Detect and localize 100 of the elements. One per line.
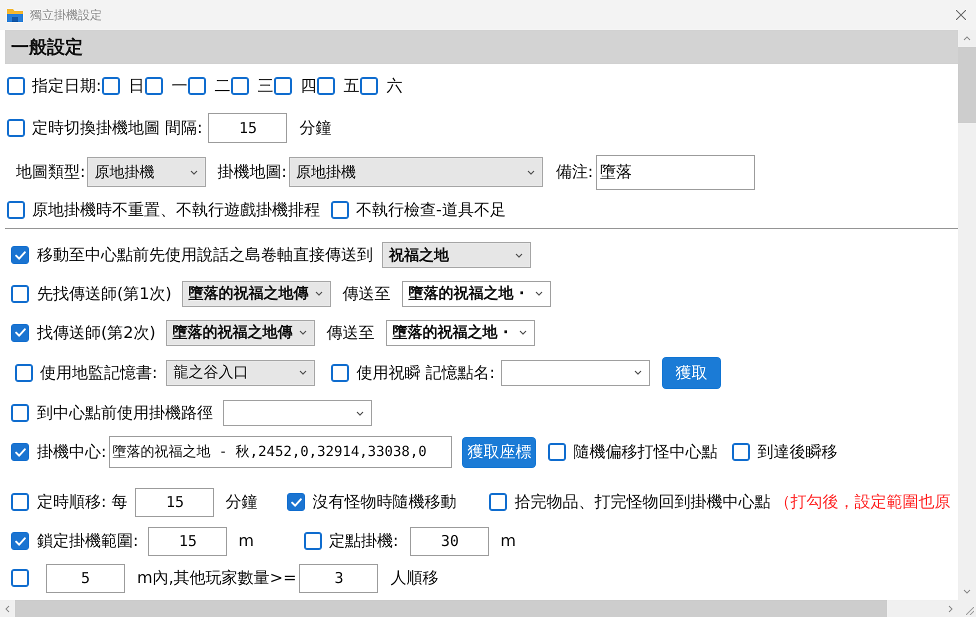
checkbox[interactable] [331, 201, 349, 219]
checkbox-label[interactable]: 四 [300, 74, 316, 98]
field-label: 傳送至 [326, 322, 375, 344]
checkbox-label[interactable]: 鎖定掛機範圍: [37, 529, 138, 553]
section-header: 一般設定 [5, 30, 958, 64]
checkbox[interactable] [7, 119, 25, 137]
checkmark-icon [14, 250, 26, 260]
checkmark-icon [14, 448, 26, 456]
dropdown[interactable]: 祝福之地 [382, 242, 531, 268]
checkbox[interactable] [102, 77, 120, 95]
chevron-down-icon [634, 370, 642, 375]
checkbox[interactable] [287, 493, 306, 511]
checkbox-label[interactable]: 原地掛機時不重置、不執行遊戲掛機排程 [32, 198, 320, 222]
dropdown[interactable]: 龍之谷入口 [166, 360, 316, 386]
checkbox[interactable] [11, 404, 29, 422]
number-field[interactable]: 15 [135, 488, 214, 516]
number-field[interactable]: 3 [299, 564, 378, 592]
checkbox[interactable] [489, 493, 508, 511]
checkbox-label[interactable]: 到達後瞬移 [757, 440, 838, 464]
number-field[interactable]: 5 [46, 564, 125, 592]
checkmark-icon [290, 498, 302, 506]
note-field[interactable]: 墮落 [596, 154, 756, 190]
checkbox[interactable] [548, 443, 566, 461]
chevron-down-icon [299, 370, 308, 375]
checkbox-label[interactable]: 六 [386, 74, 402, 98]
checkbox[interactable] [11, 493, 29, 511]
checkbox-label[interactable]: 二 [214, 74, 230, 98]
checkbox[interactable] [331, 364, 350, 382]
field-label: m內,其他玩家數量>= [137, 567, 296, 589]
checkbox-label[interactable]: 定時順移: 每 [37, 490, 128, 514]
checkbox[interactable] [11, 246, 29, 264]
close-icon [956, 10, 966, 20]
checkbox-label[interactable]: 不執行檢查-道具不足 [356, 198, 506, 222]
chevron-down-icon [298, 330, 307, 335]
checkbox[interactable] [11, 324, 29, 342]
checkbox-label[interactable]: 五 [343, 74, 360, 98]
chevron-down-icon[interactable] [963, 589, 971, 594]
number-field[interactable]: 15 [148, 526, 228, 556]
warning-note: （打勾後，設定範圍也原 [774, 491, 950, 513]
checkbox-label[interactable]: 掛機中心: [37, 440, 106, 464]
checkbox[interactable] [11, 284, 29, 302]
checkbox[interactable] [188, 77, 206, 95]
checkbox[interactable] [11, 569, 29, 587]
field-label: 備注: [556, 161, 594, 183]
fetch-button[interactable]: 獲取 [662, 356, 721, 388]
number-field[interactable]: 15 [208, 113, 288, 143]
chevron-up-icon[interactable] [963, 36, 971, 41]
checkbox-label[interactable]: 日 [128, 74, 144, 98]
chevron-down-icon [515, 252, 523, 258]
checkbox-label[interactable]: 定點掛機: [328, 529, 398, 553]
number-field[interactable]: 30 [410, 526, 490, 556]
checkbox-label[interactable]: 定時切換掛機地圖 間隔: [32, 116, 202, 140]
dropdown[interactable]: 墮落的祝福之地傳 [166, 320, 315, 346]
checkbox-label[interactable]: 拾完物品、打完怪物回到掛機中心點 [514, 490, 770, 514]
unit-label: m [500, 530, 516, 552]
checkbox[interactable] [274, 77, 292, 95]
checkbox[interactable] [732, 443, 750, 461]
dropdown[interactable]: 原地掛機 [288, 157, 543, 187]
checkbox[interactable] [11, 532, 29, 550]
checkbox-label[interactable]: 到中心點前使用掛機路徑 [37, 401, 213, 425]
dropdown[interactable]: 墮落的祝福之地 · [386, 320, 535, 346]
checkbox[interactable] [7, 201, 25, 219]
get-coordinates-button[interactable]: 獲取座標 [462, 436, 536, 468]
checkmark-icon [14, 536, 26, 546]
checkbox-label[interactable]: 三 [257, 74, 274, 98]
resize-grip-icon[interactable] [966, 607, 974, 615]
checkbox-label[interactable]: 沒有怪物時隨機移動 [312, 490, 456, 514]
checkbox[interactable] [231, 77, 250, 95]
checkbox[interactable] [145, 77, 164, 95]
scrollbar-thumb[interactable] [958, 47, 976, 123]
chevron-left-icon[interactable] [5, 604, 10, 612]
chevron-down-icon [314, 291, 323, 296]
checkbox-label[interactable]: 找傳送師(第2次) [37, 320, 156, 344]
window-title: 獨立掛機設定 [30, 7, 102, 24]
checkbox[interactable] [360, 77, 378, 95]
checkbox[interactable] [7, 77, 25, 95]
checkbox-label[interactable]: 指定日期: [32, 74, 102, 98]
unit-label: 人順移 [390, 567, 438, 589]
field-label: 傳送至 [342, 282, 391, 304]
chevron-down-icon [190, 170, 198, 174]
unit-label: 分鐘 [225, 491, 258, 513]
chevron-right-icon[interactable] [948, 604, 953, 612]
checkbox[interactable] [304, 532, 322, 550]
checkbox-label[interactable]: 隨機偏移打怪中心點 [573, 440, 718, 464]
unit-label: m [238, 530, 254, 552]
checkbox-label[interactable]: 先找傳送師(第1次) [37, 282, 172, 306]
checkmark-icon [14, 328, 26, 337]
checkbox-label[interactable]: 一 [171, 74, 188, 98]
checkbox-label[interactable]: 使用地監記憶書: [40, 360, 158, 384]
dropdown[interactable]: 墮落的祝福之地 · [402, 280, 551, 306]
checkbox-label[interactable]: 移動至中心點前先使用說話之島卷軸直接傳送到 [37, 243, 373, 267]
coordinates-field[interactable]: 墮落的祝福之地 - 秋,2452,0,32914,33038,0 [109, 436, 452, 468]
checkbox[interactable] [11, 443, 29, 461]
checkbox[interactable] [317, 77, 336, 95]
dropdown[interactable]: 原地掛機 [87, 157, 206, 187]
checkbox[interactable] [15, 364, 33, 382]
chevron-down-icon [518, 330, 527, 335]
checkbox-label[interactable]: 使用祝瞬 記憶點名: [356, 360, 495, 384]
chevron-down-icon [534, 291, 543, 296]
dropdown[interactable]: 墮落的祝福之地傳 [182, 280, 331, 306]
